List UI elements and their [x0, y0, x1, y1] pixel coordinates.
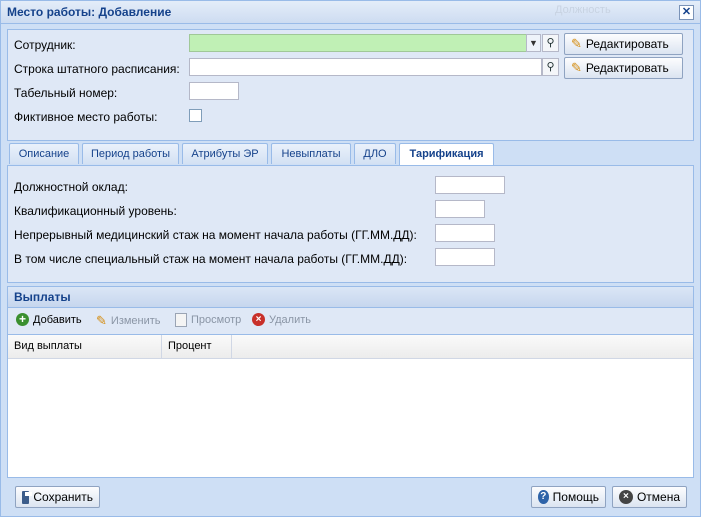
pencil-icon: ✎: [571, 36, 582, 51]
employee-edit-label: Редактировать: [585, 37, 669, 51]
close-icon: ✕: [681, 6, 692, 18]
save-button[interactable]: Сохранить: [15, 486, 100, 508]
payments-title: Выплаты: [14, 290, 71, 304]
continuous-experience-field[interactable]: [435, 224, 495, 242]
column-header-filler: [232, 335, 693, 359]
floppy-disk-icon: [22, 490, 33, 504]
view-payment-button[interactable]: Просмотр: [175, 313, 241, 327]
add-payment-button[interactable]: + Добавить: [16, 313, 82, 326]
employee-label: Сотрудник:: [14, 38, 76, 52]
special-experience-field[interactable]: [435, 248, 495, 266]
tab-description[interactable]: Описание: [9, 143, 79, 164]
save-label: Сохранить: [33, 490, 93, 504]
employee-edit-button[interactable]: ✎ Редактировать: [564, 33, 683, 55]
fictive-checkbox[interactable]: [189, 109, 202, 122]
close-button[interactable]: ✕: [679, 5, 694, 20]
dialog-titlebar[interactable]: Место работы: Добавление Должность ✕: [1, 1, 700, 24]
help-label: Помощь: [552, 490, 599, 504]
staff-row-label: Строка штатного расписания:: [14, 62, 180, 76]
dialog-window: Место работы: Добавление Должность ✕ Сот…: [0, 0, 701, 517]
tab-number-field[interactable]: [189, 82, 239, 100]
employee-combobox[interactable]: [189, 34, 527, 52]
special-experience-label: В том числе специальный стаж на момент н…: [14, 252, 408, 266]
payments-grid-panel: Выплаты + Добавить ✎ Изменить Просмотр ×…: [7, 286, 694, 478]
tab-tarification[interactable]: Тарификация: [399, 143, 494, 166]
tab-non-payments[interactable]: Невыплаты: [271, 143, 351, 164]
column-header-payment-type[interactable]: Вид выплаты: [8, 335, 162, 359]
search-icon: ⚲: [546, 61, 555, 73]
tab-dlo[interactable]: ДЛО: [354, 143, 396, 164]
staff-row-edit-button[interactable]: ✎ Редактировать: [564, 57, 683, 79]
payments-header: Выплаты: [8, 287, 693, 308]
delete-payment-label: Удалить: [269, 313, 311, 326]
delete-payment-button[interactable]: × Удалить: [252, 313, 311, 326]
edit-payment-button[interactable]: ✎ Изменить: [96, 313, 161, 329]
employee-search-button[interactable]: ⚲: [542, 34, 559, 52]
staff-row-search-button[interactable]: ⚲: [542, 58, 559, 76]
tab-work-period[interactable]: Период работы: [82, 143, 179, 164]
salary-field[interactable]: [435, 176, 505, 194]
salary-label: Должностной оклад:: [14, 180, 128, 194]
column-header-percent[interactable]: Процент: [162, 335, 232, 359]
delete-icon: ×: [252, 313, 265, 326]
cancel-icon: ×: [619, 490, 633, 504]
cancel-button[interactable]: × Отмена: [612, 486, 687, 508]
add-payment-label: Добавить: [33, 313, 82, 326]
dialog-title: Место работы: Добавление: [7, 5, 172, 19]
qualification-label: Квалификационный уровень:: [14, 204, 177, 218]
dialog-footer: Сохранить ? Помощь × Отмена: [1, 479, 700, 516]
background-window-title: Должность: [555, 4, 611, 16]
fictive-label: Фиктивное место работы:: [14, 110, 158, 124]
chevron-down-icon: ▼: [529, 38, 538, 48]
employee-dropdown-button[interactable]: ▼: [526, 34, 541, 52]
pencil-icon: ✎: [571, 60, 582, 75]
help-icon: ?: [538, 490, 549, 504]
staff-row-edit-label: Редактировать: [585, 61, 669, 75]
tab-er-attributes[interactable]: Атрибуты ЭР: [182, 143, 268, 164]
qualification-field[interactable]: [435, 200, 485, 218]
continuous-experience-label: Непрерывный медицинский стаж на момент н…: [14, 228, 417, 242]
tarification-panel: Должностной оклад: Квалификационный уров…: [7, 165, 694, 283]
tab-number-label: Табельный номер:: [14, 86, 118, 100]
help-button[interactable]: ? Помощь: [531, 486, 606, 508]
edit-payment-label: Изменить: [110, 315, 161, 327]
view-payment-label: Просмотр: [191, 314, 242, 326]
document-icon: [175, 313, 187, 327]
tab-strip: Описание Период работы Атрибуты ЭР Невып…: [7, 143, 692, 166]
pencil-icon: ✎: [96, 313, 107, 328]
staff-row-field[interactable]: [189, 58, 542, 76]
cancel-label: Отмена: [636, 490, 680, 504]
search-icon: ⚲: [546, 37, 555, 49]
plus-icon: +: [16, 313, 29, 326]
employee-form-panel: Сотрудник: ▼ ⚲ ✎ Редактировать Строка шт…: [7, 29, 694, 141]
payments-toolbar: + Добавить ✎ Изменить Просмотр × Удалить: [8, 308, 693, 335]
